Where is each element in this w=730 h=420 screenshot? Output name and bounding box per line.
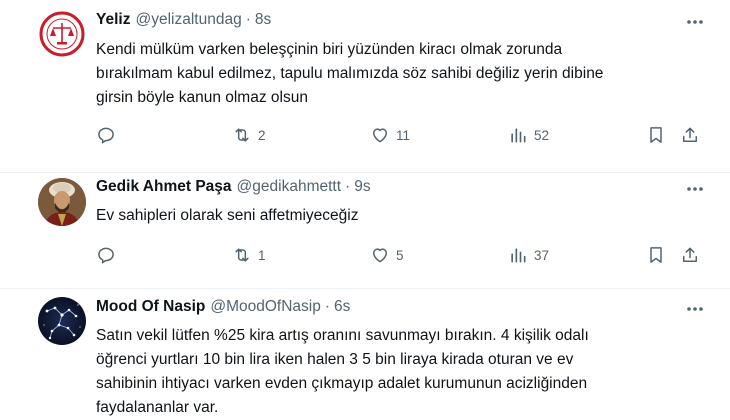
tweet-actions: 2 11 52 [0,124,730,146]
reply-icon [98,127,114,144]
bookmark-button[interactable] [646,124,666,146]
like-count: 5 [396,247,404,263]
separator-dot: · [345,178,351,195]
avatar[interactable] [38,178,86,226]
share-icon [683,247,697,262]
view-count: 52 [534,127,550,143]
separator-dot: · [324,298,331,315]
author-name[interactable]: Yeliz [96,11,130,29]
like-button[interactable]: 11 [370,124,410,146]
timeline-feed: Yeliz @yelizaltundag · 8s Kendi mülküm v… [0,0,730,420]
retweet-count: 1 [258,247,266,263]
retweet-icon [235,128,249,142]
views-chart-icon [511,128,526,143]
author-name[interactable]: Mood Of Nasip [96,298,205,316]
tweet-header: Gedik Ahmet Paşa @gedikahmettt · 9s [96,178,371,196]
tweet-text: Ev sahipleri olarak seni affetmiyeceğiz [96,207,359,224]
tweet-text: Satın vekil lütfen %25 kira artış oranın… [96,327,589,416]
view-count: 37 [534,247,550,263]
tweet[interactable]: Yeliz @yelizaltundag · 8s Kendi mülküm v… [0,0,730,172]
timestamp[interactable]: 6s [334,298,350,316]
timestamp[interactable]: 9s [354,178,370,196]
bookmark-icon [650,247,662,263]
more-horizontal-icon [687,20,703,24]
views-button[interactable]: 52 [508,124,549,146]
views-chart-icon [511,248,526,263]
justice-emblem-icon [38,10,86,58]
avatar[interactable] [38,10,86,58]
more-options-button[interactable] [684,179,706,199]
avatar[interactable] [38,297,86,345]
timestamp[interactable]: 8s [255,11,271,29]
heart-icon [373,128,387,143]
more-horizontal-icon [687,187,703,191]
reply-button[interactable] [96,124,122,146]
share-icon [683,127,697,142]
bookmark-button[interactable] [646,244,666,266]
share-button[interactable] [680,244,700,266]
share-button[interactable] [680,124,700,146]
retweet-button[interactable]: 2 [232,124,266,146]
tweet-header: Yeliz @yelizaltundag · 8s [96,11,271,29]
like-count: 11 [396,127,411,143]
retweet-icon [235,248,249,262]
more-options-button[interactable] [684,12,706,32]
tweet[interactable]: Mood Of Nasip @MoodOfNasip · 6s Satın ve… [0,289,730,420]
more-options-button[interactable] [684,299,706,319]
constellation-icon [38,297,86,345]
retweet-count: 2 [258,127,266,143]
heart-icon [373,248,387,263]
more-horizontal-icon [687,307,703,311]
tweet[interactable]: Gedik Ahmet Paşa @gedikahmettt · 9s Ev s… [0,173,730,288]
tweet-actions: 1 5 37 [0,244,730,266]
author-handle[interactable]: @MoodOfNasip [210,298,321,316]
portrait-icon [38,178,86,226]
reply-icon [98,247,114,264]
tweet-text: Kendi mülküm varken beleşçinin biri yüzü… [96,41,604,106]
retweet-button[interactable]: 1 [232,244,266,266]
author-handle[interactable]: @yelizaltundag [135,11,241,29]
views-button[interactable]: 37 [508,244,549,266]
separator-dot: · [245,11,251,28]
author-handle[interactable]: @gedikahmettt [237,178,341,196]
reply-button[interactable] [96,244,122,266]
bookmark-icon [650,127,662,143]
like-button[interactable]: 5 [370,244,404,266]
author-name[interactable]: Gedik Ahmet Paşa [96,178,232,196]
tweet-header: Mood Of Nasip @MoodOfNasip · 6s [96,298,350,316]
